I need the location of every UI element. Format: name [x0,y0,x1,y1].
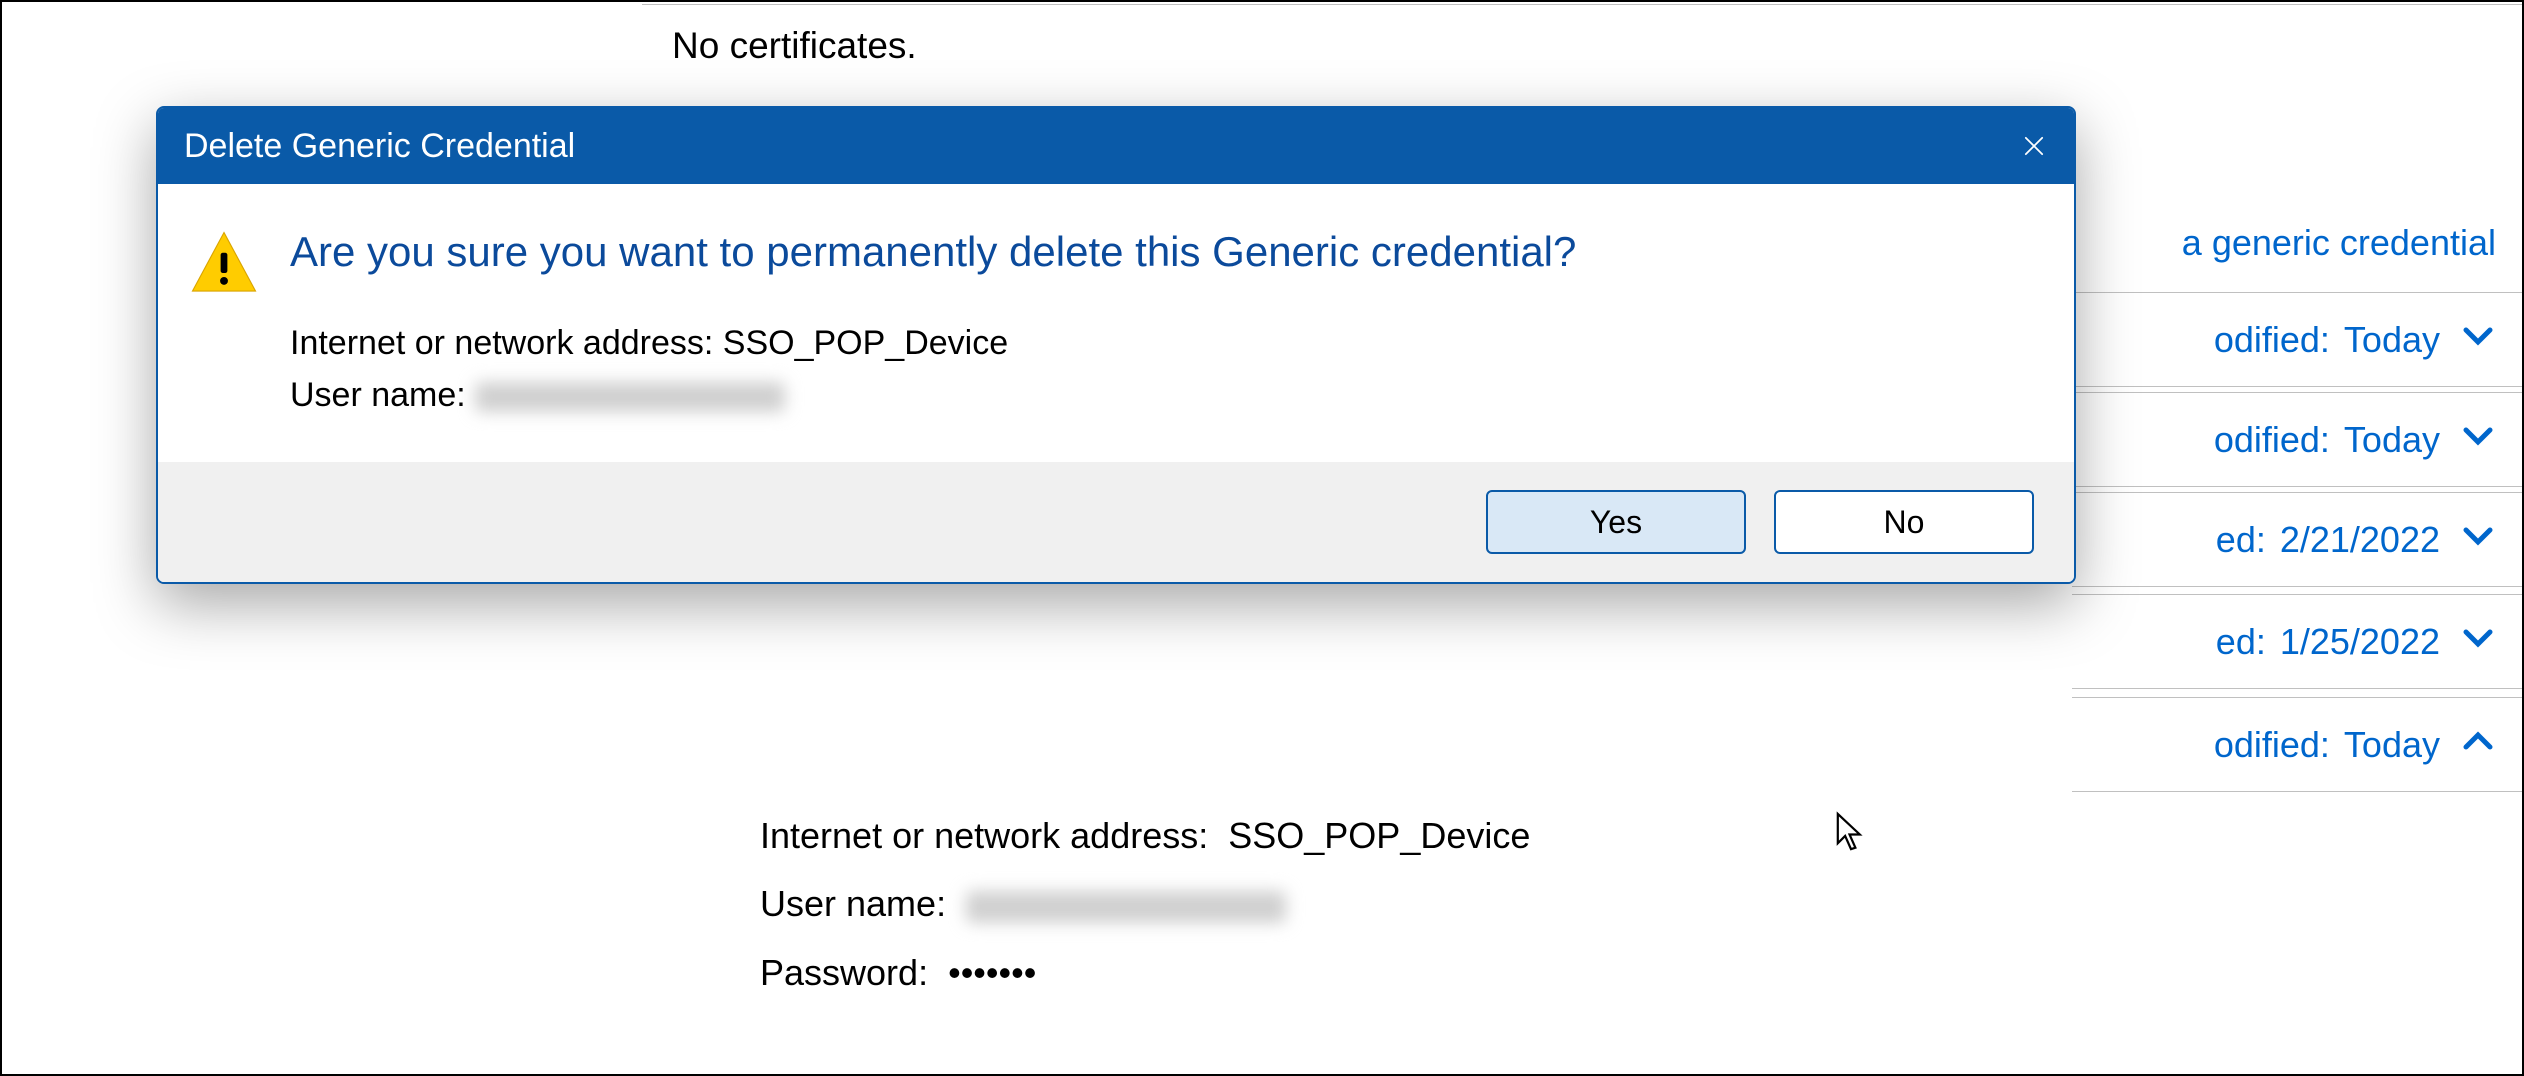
modified-label: odified: [2214,724,2330,766]
no-button[interactable]: No [1774,490,2034,554]
add-generic-credential-link[interactable]: a generic credential [2182,222,2496,264]
yes-button[interactable]: Yes [1486,490,1746,554]
delete-credential-dialog: Delete Generic Credential Are you sure y… [156,106,2076,584]
warning-icon [188,228,260,422]
dialog-heading: Are you sure you want to permanently del… [290,224,2034,281]
credential-row[interactable]: ed: 1/25/2022 [2072,594,2522,689]
password-value: ••••••• [948,952,1036,993]
credential-row[interactable]: ed: 2/21/2022 [2072,492,2522,587]
dialog-body: Are you sure you want to permanently del… [158,184,2074,462]
dialog-address-value: SSO_POP_Device [723,324,1008,362]
detail-password: Password: ••••••• [760,939,1530,1007]
credential-details: Internet or network address: SSO_POP_Dev… [760,802,1530,1007]
modified-value: Today [2344,419,2440,461]
dialog-username-value-redacted [475,382,785,412]
chevron-down-icon[interactable] [2454,312,2502,367]
credential-row[interactable]: odified: Today [2072,292,2522,387]
credential-row-expanded[interactable]: odified: Today [2072,697,2522,792]
modified-label: ed: [2216,621,2266,663]
modified-label: ed: [2216,519,2266,561]
close-button[interactable] [1994,108,2074,184]
modified-value: Today [2344,319,2440,361]
username-value-redacted [966,891,1286,923]
dialog-username: User name: [290,369,2034,422]
detail-username: User name: [760,870,1530,938]
dialog-title: Delete Generic Credential [184,127,575,166]
modified-value: 2/21/2022 [2280,519,2440,561]
close-icon [2020,132,2048,160]
dialog-footer: Yes No [158,462,2074,582]
password-label: Password: [760,952,928,993]
dialog-address: Internet or network address: SSO_POP_Dev… [290,317,2034,370]
address-label: Internet or network address: [760,815,1208,856]
username-label: User name: [760,883,946,924]
chevron-down-icon[interactable] [2454,412,2502,467]
no-certificates-text: No certificates. [642,5,2522,67]
modified-label: odified: [2214,319,2330,361]
modified-value: 1/25/2022 [2280,621,2440,663]
dialog-titlebar: Delete Generic Credential [158,108,2074,184]
credential-row[interactable]: odified: Today [2072,392,2522,487]
dialog-text: Are you sure you want to permanently del… [290,224,2034,422]
dialog-address-label: Internet or network address: [290,324,713,362]
detail-address: Internet or network address: SSO_POP_Dev… [760,802,1530,870]
chevron-down-icon[interactable] [2454,614,2502,669]
modified-label: odified: [2214,419,2330,461]
chevron-down-icon[interactable] [2454,512,2502,567]
address-value: SSO_POP_Device [1228,815,1530,856]
modified-value: Today [2344,724,2440,766]
chevron-up-icon[interactable] [2454,717,2502,772]
dialog-username-label: User name: [290,376,466,414]
